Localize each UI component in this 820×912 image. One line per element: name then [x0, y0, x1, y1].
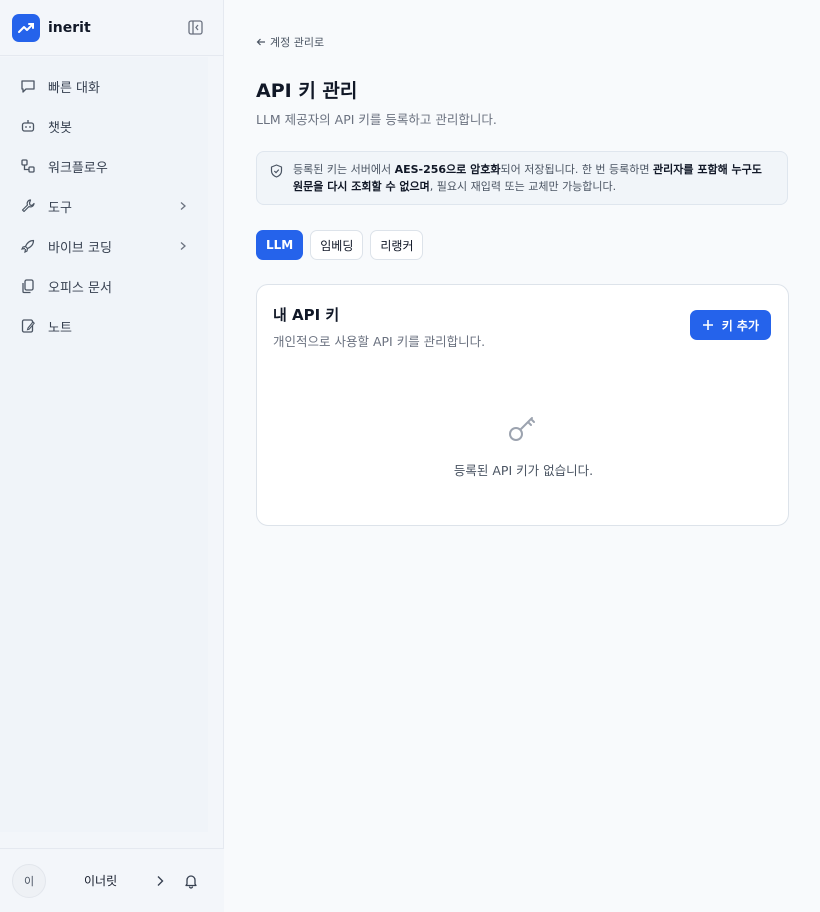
chevron-right-icon	[178, 241, 188, 251]
sidebar-item-office-docs[interactable]: 오피스 문서	[8, 266, 200, 306]
add-key-button[interactable]: 키 추가	[689, 310, 771, 340]
user-name: 이너릿	[84, 874, 118, 888]
sidebar-item-notes[interactable]: 노트	[8, 306, 200, 346]
tab-llm[interactable]: LLM	[256, 230, 304, 260]
sidebar-item-workflow[interactable]: 워크플로우	[8, 146, 200, 186]
arrow-left-icon	[256, 38, 265, 46]
provider-tabs: LLM 임베딩 리랭커	[256, 230, 424, 260]
sidebar-item-label: 바이브 코딩	[48, 240, 112, 256]
plus-icon	[702, 320, 713, 330]
chevron-right-icon[interactable]	[155, 875, 165, 887]
avatar[interactable]: 이	[12, 863, 46, 898]
collapse-sidebar-button[interactable]	[183, 16, 207, 40]
app-logo[interactable]	[12, 13, 40, 42]
sidebar-nav: 빠른 대화 챗봇 워크플로우 도구 바이브 코딩 오피스 문서 노트	[0, 57, 208, 832]
notice-text: , 필요시 재입력 또는 교체만 가능합니다.	[429, 180, 617, 193]
encryption-notice: 등록된 키는 서버에서 AES-256으로 암호화되어 저장됩니다. 한 번 등…	[256, 151, 788, 205]
rocket-icon	[20, 238, 36, 254]
sidebar-item-label: 도구	[48, 200, 72, 216]
back-link-label: 계정 관리로	[270, 36, 325, 49]
sidebar-item-label: 오피스 문서	[48, 280, 112, 296]
wrench-icon	[20, 198, 36, 214]
sidebar-item-label: 챗봇	[48, 120, 72, 136]
tab-reranker[interactable]: 리랭커	[370, 230, 424, 260]
notice-emphasis: AES-256으로 암호화	[394, 163, 501, 176]
logo-icon	[18, 22, 34, 33]
panel-collapse-icon	[187, 20, 203, 35]
workflow-icon	[20, 158, 36, 174]
chevron-right-icon	[178, 201, 188, 211]
notice-text: 등록된 키는 서버에서	[293, 163, 395, 176]
documents-icon	[20, 278, 36, 294]
chat-icon	[20, 78, 36, 94]
empty-state-text: 등록된 API 키가 없습니다.	[453, 463, 594, 478]
sidebar-item-label: 워크플로우	[48, 160, 108, 176]
sidebar-item-label: 빠른 대화	[48, 80, 100, 96]
bell-icon[interactable]	[183, 873, 199, 889]
sidebar-item-label: 노트	[48, 320, 72, 336]
key-icon	[509, 417, 535, 441]
back-to-account-link[interactable]: 계정 관리로	[256, 34, 324, 50]
card-description: 개인적으로 사용할 API 키를 관리합니다.	[273, 334, 486, 349]
sidebar-item-quick-chat[interactable]: 빠른 대화	[8, 66, 200, 106]
bot-icon	[20, 118, 36, 134]
sidebar-item-vibe-coding[interactable]: 바이브 코딩	[8, 226, 200, 266]
shield-check-icon	[270, 164, 283, 178]
notice-text: 되어 저장됩니다. 한 번 등록하면	[500, 163, 654, 176]
my-api-keys-card: 내 API 키 개인적으로 사용할 API 키를 관리합니다. 키 추가 등록된…	[256, 284, 789, 526]
tab-embedding[interactable]: 임베딩	[310, 230, 364, 260]
sidebar-item-tools[interactable]: 도구	[8, 186, 200, 226]
sidebar-item-chatbot[interactable]: 챗봇	[8, 106, 200, 146]
add-key-label: 키 추가	[721, 318, 759, 333]
notebook-icon	[20, 318, 36, 334]
card-title: 내 API 키	[273, 306, 340, 324]
app-name: inerit	[48, 19, 91, 36]
page-subtitle: LLM 제공자의 API 키를 등록하고 관리합니다.	[256, 112, 497, 127]
page-title: API 키 관리	[256, 80, 358, 102]
brand-header: inerit	[0, 0, 223, 56]
sidebar: inerit 빠른 대화 챗봇 워크플로우 도구 바이브 코딩 오피스 문서 노…	[0, 0, 224, 912]
user-profile-bar[interactable]: 이 이너릿	[0, 848, 224, 912]
